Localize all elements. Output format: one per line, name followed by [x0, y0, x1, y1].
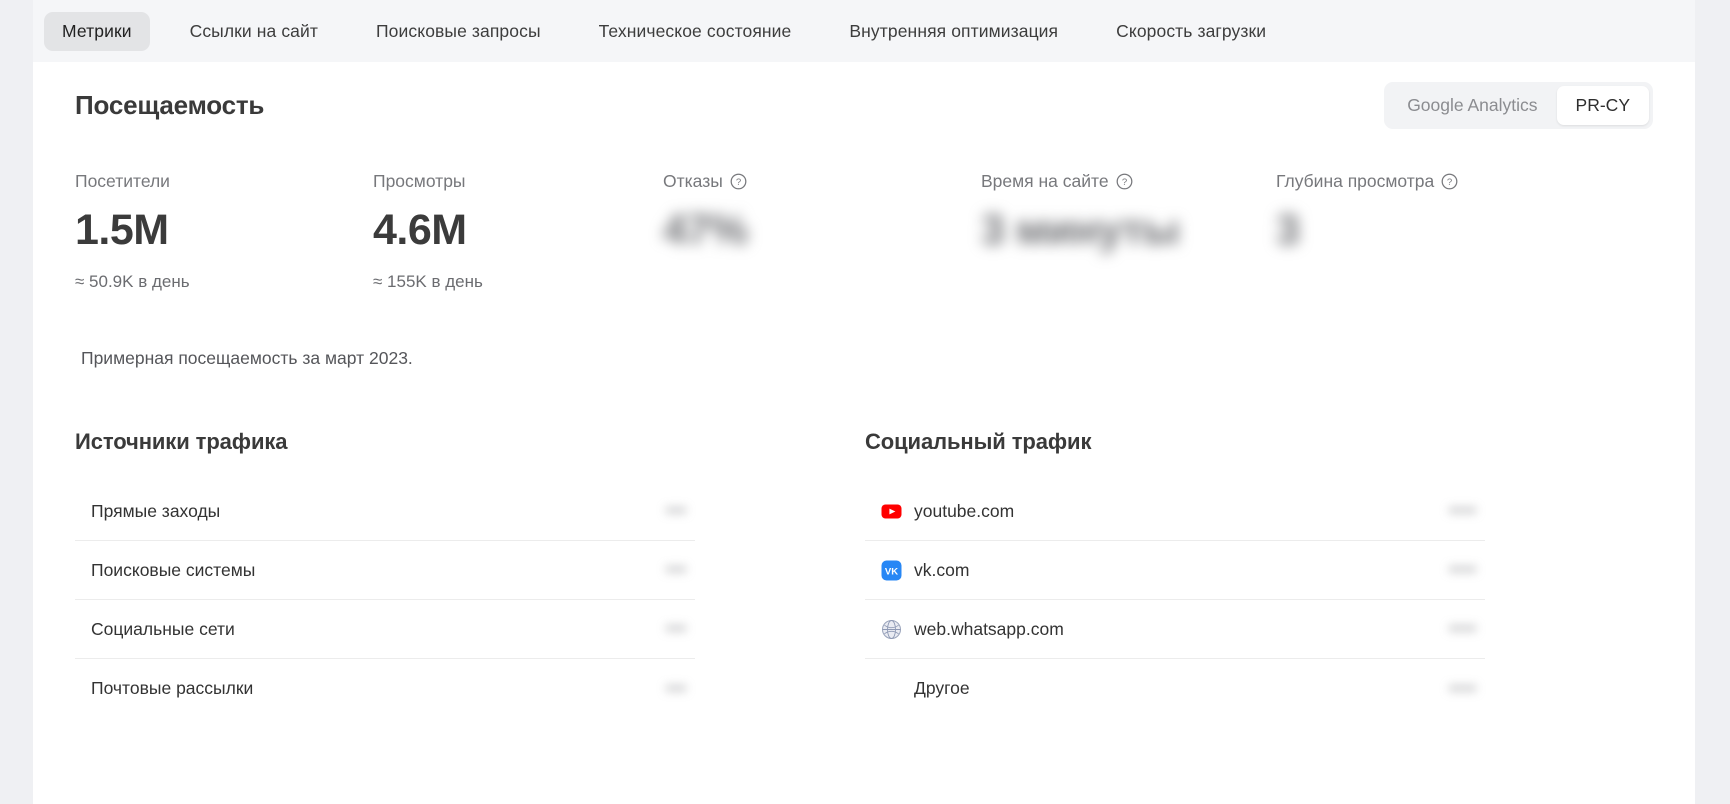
svg-text:?: ? [736, 177, 741, 188]
table-row[interactable]: youtube.com •••• [865, 482, 1485, 541]
help-icon[interactable]: ? [730, 173, 747, 190]
table-row[interactable]: Социальные сети ••• [75, 600, 695, 659]
traffic-source-label: Прямые заходы [91, 500, 221, 521]
metric-bounce-rate: Отказы ? 47% [663, 171, 981, 292]
tab-bar: Метрики Ссылки на сайт Поисковые запросы… [33, 0, 1695, 62]
social-traffic-label-wrap: youtube.com [881, 501, 1014, 522]
youtube-icon [881, 501, 902, 522]
table-row[interactable]: web.whatsapp.com •••• [865, 600, 1485, 659]
help-icon[interactable]: ? [1116, 173, 1133, 190]
social-traffic-panel: Социальный трафик youtube.com •••• VK vk… [865, 429, 1485, 718]
metric-time-on-site: Время на сайте ? 3 минуты [981, 171, 1276, 292]
metric-time-on-site-label-text: Время на сайте [981, 171, 1109, 191]
data-source-toggle: Google Analytics PR-CY [1384, 82, 1653, 129]
traffic-sources-panel: Источники трафика Прямые заходы ••• Поис… [75, 429, 695, 718]
social-traffic-value: •••• [1449, 619, 1477, 638]
traffic-sources-list: Прямые заходы ••• Поисковые системы ••• … [75, 482, 695, 718]
traffic-sources-title: Источники трафика [75, 429, 288, 454]
section-header: Посещаемость Google Analytics PR-CY [75, 62, 1653, 129]
metric-time-on-site-value: 3 минуты [981, 206, 1180, 254]
social-traffic-list: youtube.com •••• VK vk.com •••• web.what… [865, 482, 1485, 718]
data-period-note: Примерная посещаемость за март 2023. [81, 348, 413, 368]
metric-pageviews-value: 4.6M [373, 206, 467, 254]
social-traffic-label-wrap: web.whatsapp.com [881, 619, 1064, 640]
metric-visitors-label-text: Посетители [75, 171, 170, 191]
social-traffic-label: youtube.com [914, 500, 1015, 521]
social-traffic-value: •••• [1449, 560, 1477, 579]
vk-icon: VK [881, 560, 902, 581]
traffic-columns: Источники трафика Прямые заходы ••• Поис… [75, 429, 1653, 718]
table-row[interactable]: VK vk.com •••• [865, 541, 1485, 600]
metric-pageviews-label-text: Просмотры [373, 171, 466, 191]
svg-text:?: ? [1447, 177, 1452, 188]
traffic-source-label: Поисковые системы [91, 559, 256, 580]
metric-visitors-label: Посетители [75, 171, 373, 192]
social-traffic-label: Другое [914, 678, 970, 698]
table-row[interactable]: Почтовые рассылки ••• [75, 659, 695, 718]
metric-pageviews: Просмотры 4.6M ≈ 155K в день [373, 171, 663, 292]
traffic-source-label: Почтовые рассылки [91, 678, 254, 698]
metric-visitors: Посетители 1.5M ≈ 50.9K в день [75, 171, 373, 292]
tab-internal-optimization[interactable]: Внутренняя оптимизация [831, 12, 1076, 51]
social-traffic-label-wrap: VK vk.com [881, 560, 969, 581]
metric-page-depth-value: 3 [1276, 206, 1300, 254]
analytics-page: Метрики Ссылки на сайт Поисковые запросы… [33, 0, 1695, 804]
tab-technical-state[interactable]: Техническое состояние [581, 12, 810, 51]
metric-bounce-rate-label: Отказы ? [663, 171, 981, 192]
page-title: Посещаемость [75, 90, 265, 120]
no-icon-placeholder [881, 678, 902, 699]
svg-text:VK: VK [885, 566, 898, 577]
table-row[interactable]: Другое •••• [865, 659, 1485, 718]
metric-visitors-sub: ≈ 50.9K в день [75, 272, 190, 291]
toggle-option-google-analytics[interactable]: Google Analytics [1388, 86, 1556, 125]
tab-load-speed[interactable]: Скорость загрузки [1098, 12, 1284, 51]
social-traffic-label: web.whatsapp.com [914, 618, 1064, 639]
traffic-source-value: ••• [666, 560, 687, 579]
metrics-row: Посетители 1.5M ≈ 50.9K в день Просмотры… [75, 171, 1653, 292]
tab-backlinks[interactable]: Ссылки на сайт [172, 12, 336, 51]
traffic-source-label: Социальные сети [91, 618, 235, 639]
metric-pageviews-label: Просмотры [373, 171, 663, 192]
social-traffic-label-wrap: Другое [881, 678, 970, 699]
metric-time-on-site-label: Время на сайте ? [981, 171, 1276, 192]
metric-page-depth-label: Глубина просмотра ? [1276, 171, 1458, 192]
tab-search-queries[interactable]: Поисковые запросы [358, 12, 559, 51]
traffic-source-value: ••• [666, 501, 687, 520]
svg-text:?: ? [1121, 177, 1126, 188]
metric-bounce-rate-value: 47% [663, 206, 748, 254]
social-traffic-value: •••• [1449, 678, 1477, 698]
metric-pageviews-sub: ≈ 155K в день [373, 272, 483, 291]
table-row[interactable]: Поисковые системы ••• [75, 541, 695, 600]
traffic-source-value: ••• [666, 678, 687, 698]
metric-page-depth-label-text: Глубина просмотра [1276, 171, 1435, 191]
toggle-option-pr-cy[interactable]: PR-CY [1556, 86, 1649, 125]
metric-page-depth: Глубина просмотра ? 3 [1276, 171, 1458, 292]
globe-icon [881, 619, 902, 640]
tab-metrics[interactable]: Метрики [44, 11, 150, 51]
social-traffic-label: vk.com [914, 559, 970, 580]
social-traffic-title: Социальный трафик [865, 429, 1092, 454]
table-row[interactable]: Прямые заходы ••• [75, 482, 695, 541]
metric-bounce-rate-label-text: Отказы [663, 171, 723, 191]
traffic-source-value: ••• [666, 619, 687, 638]
metric-visitors-value: 1.5M [75, 206, 169, 254]
social-traffic-value: •••• [1449, 501, 1477, 520]
help-icon[interactable]: ? [1441, 173, 1458, 190]
content-area: Посещаемость Google Analytics PR-CY Посе… [33, 62, 1695, 718]
